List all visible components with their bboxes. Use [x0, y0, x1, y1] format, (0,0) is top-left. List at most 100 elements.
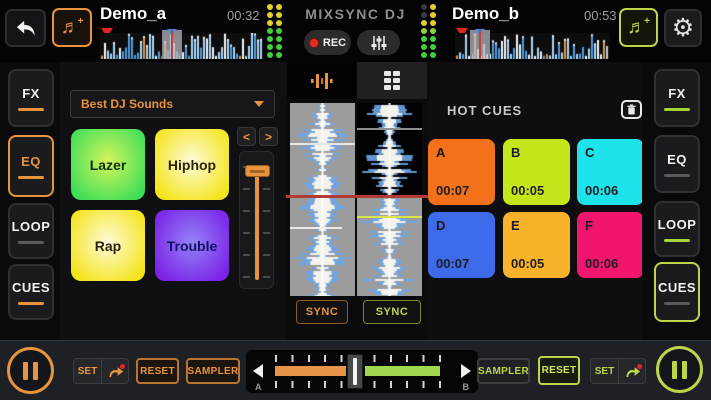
deck-b-sampler-button[interactable]: SAMPLER [477, 358, 530, 384]
deck-a-fx-button[interactable]: FX [8, 69, 54, 127]
deck-a-side-rail: FX EQ LOOP CUES [0, 62, 60, 340]
eq-underline [18, 176, 44, 179]
pause-icon [672, 361, 677, 379]
crossfader-a-level [275, 366, 346, 376]
center-waveform-panel: SYNC SYNC [286, 62, 428, 340]
deck-a-loop-button[interactable]: LOOP [8, 203, 54, 259]
mixer-sliders-icon [370, 35, 388, 51]
record-dot-icon [309, 38, 319, 48]
deck-b-cue-line [357, 128, 422, 130]
trash-icon [626, 104, 637, 115]
deck-a-beat-line [290, 143, 355, 145]
deck-b-title: Demo_b [452, 4, 519, 24]
hot-cue-d[interactable]: D 00:07 [428, 212, 495, 278]
hot-cue-a[interactable]: A 00:07 [428, 139, 495, 205]
deck-a-jump-cue-button[interactable] [101, 359, 128, 383]
chevron-down-icon [254, 101, 264, 107]
back-arrow-icon [15, 18, 37, 38]
sample-bank-label: Best DJ Sounds [81, 97, 254, 111]
sample-pad-lazer[interactable]: Lazer [71, 129, 145, 200]
deck-b-eq-button[interactable]: EQ [654, 135, 700, 193]
gear-icon: ⚙ [672, 16, 694, 41]
deck-b-reset-button[interactable]: RESET [538, 356, 580, 385]
plus-icon: + [644, 16, 650, 27]
record-button[interactable]: REC [304, 30, 351, 55]
tab-list-view[interactable] [357, 62, 427, 99]
plus-icon: + [78, 16, 84, 27]
deck-b-playhead [470, 30, 490, 59]
waveform-icon [309, 70, 335, 92]
deck-a-time: 00:32 [227, 8, 260, 23]
fader-handle[interactable] [245, 165, 270, 177]
app-title: MIXSYNC DJ [280, 6, 431, 22]
deck-a-sampler-button[interactable]: SAMPLER [186, 358, 240, 384]
deck-a-vertical-waveform[interactable] [290, 103, 355, 296]
deck-b-loop-line [357, 216, 422, 218]
deck-a-title: Demo_a [100, 4, 166, 24]
fx-label: FX [22, 86, 40, 101]
loop-label: LOOP [12, 219, 51, 234]
deck-a-set-button[interactable]: SET [74, 359, 101, 383]
eq-label: EQ [21, 154, 41, 169]
hot-cue-b[interactable]: B 00:05 [503, 139, 570, 205]
playhead-line [286, 195, 428, 198]
hot-cue-c[interactable]: C 00:06 [577, 139, 644, 205]
deck-b-set-button[interactable]: SET [591, 359, 618, 383]
hot-cue-f[interactable]: F 00:06 [577, 212, 644, 278]
loop-underline [18, 241, 44, 244]
deck-b-hot-cues-panel: HOT CUES A 00:07 B 00:05 C 00:06 D 00:07… [428, 62, 642, 340]
crossfader-handle[interactable] [347, 354, 363, 389]
sampler-volume-fader[interactable] [239, 151, 274, 289]
deck-a-reset-button[interactable]: RESET [136, 358, 179, 384]
cue-set-indicator [637, 364, 642, 369]
pad-bank-prev-button[interactable]: < [237, 127, 256, 146]
deck-a-playhead [162, 30, 182, 59]
settings-button[interactable]: ⚙ [664, 9, 702, 47]
deck-a-cues-button[interactable]: CUES [8, 264, 54, 320]
hot-cues-title: HOT CUES [447, 103, 522, 118]
sample-pad-rap[interactable]: Rap [71, 210, 145, 281]
deck-b-vertical-waveform[interactable] [357, 103, 422, 296]
deck-a-beat-line [290, 227, 342, 229]
clear-cues-button[interactable] [621, 100, 642, 119]
sample-bank-dropdown[interactable]: Best DJ Sounds [70, 90, 275, 118]
deck-a-eq-button[interactable]: EQ [8, 135, 54, 197]
tab-waveform-view[interactable] [287, 62, 356, 99]
deck-b-loop-button[interactable]: LOOP [654, 201, 700, 257]
crossfader-a-label: A [255, 382, 262, 392]
deck-a-sync-button[interactable]: SYNC [296, 300, 348, 324]
pad-bank-next-button[interactable]: > [259, 127, 278, 146]
fx-underline [18, 108, 44, 111]
hot-cue-e[interactable]: E 00:05 [503, 212, 570, 278]
deck-b-pause-button[interactable] [656, 346, 703, 393]
deck-a-set-cue-group[interactable]: SET [73, 358, 129, 384]
deck-b-vu-meter [421, 4, 436, 58]
pause-icon [23, 362, 28, 380]
deck-b-time: 00:53 [584, 8, 617, 23]
record-label: REC [323, 37, 346, 49]
bottom-transport-bar: SET RESET SAMPLER A B SAMPLER RESET SET [0, 340, 711, 400]
crossfade-left-arrow-icon [253, 364, 263, 378]
cue-set-indicator [120, 364, 125, 369]
crossfade-right-arrow-icon [461, 364, 471, 378]
mixer-button[interactable] [357, 30, 400, 55]
deck-b-fx-button[interactable]: FX [654, 69, 700, 127]
deck-b-cues-button[interactable]: CUES [654, 262, 700, 322]
crossfader-b-label: B [463, 382, 470, 392]
sample-pad-trouble[interactable]: Trouble [155, 210, 229, 281]
deck-a-pause-button[interactable] [7, 347, 54, 394]
cues-label: CUES [12, 280, 50, 295]
deck-a-sampler-panel: Best DJ Sounds Lazer Hiphop Rap Trouble … [60, 62, 286, 340]
top-bar: ♬ + Demo_a 00:32 MIXSYNC DJ REC Demo_b 0… [0, 0, 711, 62]
back-button[interactable] [5, 9, 46, 47]
deck-b-set-cue-group[interactable]: SET [590, 358, 646, 384]
deck-b-music-library-button[interactable]: ♬ + [619, 8, 658, 47]
deck-b-jump-cue-button[interactable] [618, 359, 645, 383]
list-icon [384, 71, 400, 90]
deck-b-sync-button[interactable]: SYNC [363, 300, 421, 324]
sample-pad-hiphop[interactable]: Hiphop [155, 129, 229, 200]
deck-a-music-library-button[interactable]: ♬ + [52, 8, 92, 47]
crossfader[interactable]: A B [246, 350, 478, 393]
cues-underline [18, 302, 44, 305]
crossfader-b-level [365, 366, 440, 376]
